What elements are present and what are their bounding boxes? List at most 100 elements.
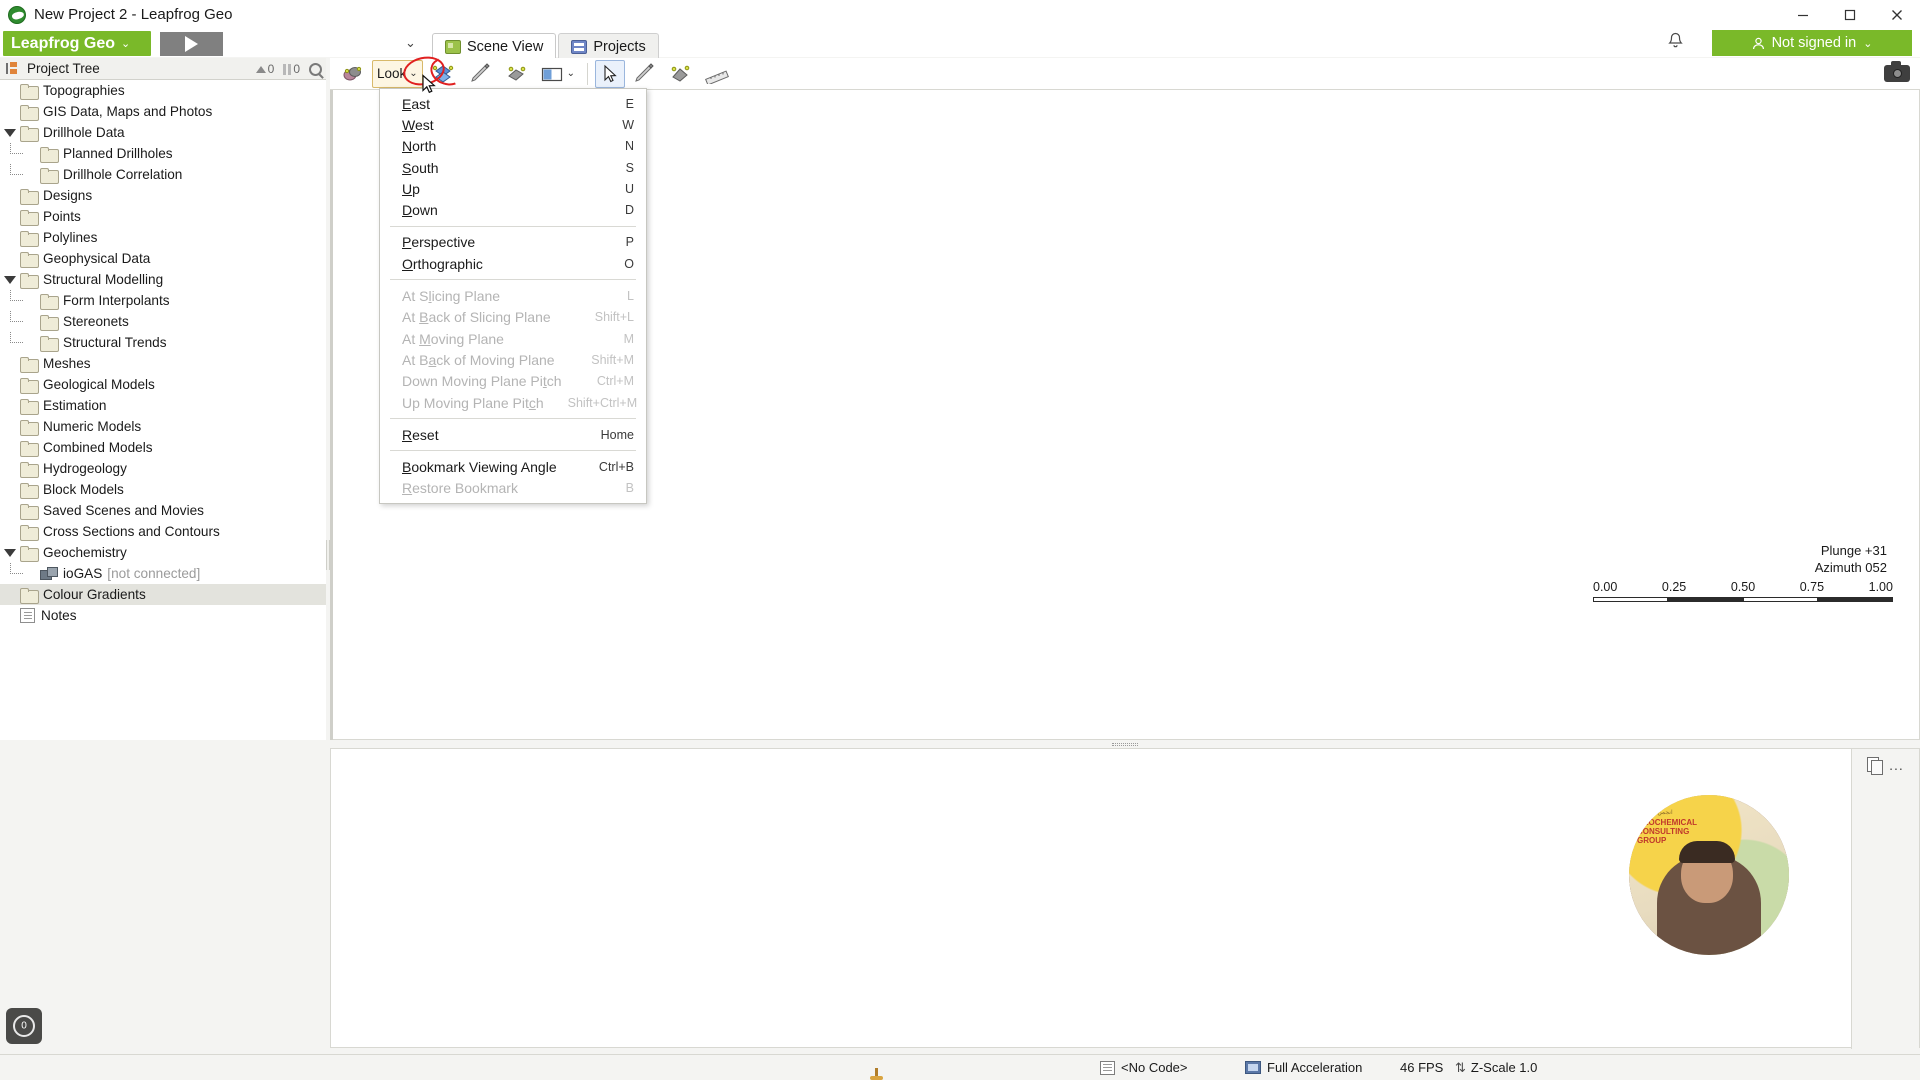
project-tree[interactable]: Topographies GIS Data, Maps and Photos Dri…	[0, 80, 326, 740]
toolbar-overflow-chevron-icon[interactable]: ⌄	[405, 35, 416, 51]
tree-item-planned-drillholes[interactable]: Planned Drillholes	[0, 143, 326, 164]
scene-objects-button[interactable]	[336, 60, 370, 88]
menu-item-down[interactable]: Down D	[380, 199, 646, 220]
tree-item-hydrogeology[interactable]: Hydrogeology	[0, 458, 326, 479]
draw-tool-button[interactable]	[627, 60, 661, 88]
menu-item-shortcut: O	[624, 256, 634, 271]
look-dropdown-menu[interactable]: East E West W North N South S Up U Down D Perspectiv…	[379, 88, 647, 505]
scene-view-icon	[445, 39, 461, 54]
toolbar-separator	[587, 62, 589, 85]
select-tool-button[interactable]	[595, 59, 626, 88]
menu-item-west[interactable]: West W	[380, 114, 646, 135]
tab-projects[interactable]: Projects	[558, 33, 659, 59]
rotate-button[interactable]	[425, 60, 461, 88]
webcam-logo: انجمن شناسی GEOCHEMICAL CONSULTING GROUP	[1637, 809, 1697, 845]
tree-item-saved-scenes-and-movies[interactable]: Saved Scenes and Movies	[0, 500, 326, 521]
minimize-button[interactable]	[1779, 0, 1826, 30]
menu-item-east[interactable]: East E	[380, 93, 646, 114]
polyline-tool-button[interactable]	[663, 60, 697, 88]
menu-item-shortcut: Ctrl+M	[596, 374, 634, 389]
sign-in-button[interactable]: Not signed in ⌄	[1712, 30, 1912, 56]
tree-item-combined-models[interactable]: Combined Models	[0, 437, 326, 458]
tree-item-label: Structural Trends	[63, 335, 167, 350]
tree-item-estimation[interactable]: Estimation	[0, 395, 326, 416]
sign-in-label: Not signed in	[1771, 35, 1857, 51]
menu-item-reset[interactable]: Reset Home	[380, 424, 646, 445]
up-arrow-icon	[255, 65, 266, 73]
tree-item-geological-models[interactable]: Geological Models	[0, 374, 326, 395]
pending-uploads-counter[interactable]: 0	[255, 62, 274, 76]
tree-item-geochemistry[interactable]: Geochemistry	[0, 542, 326, 563]
status-code[interactable]: <No Code>	[1100, 1060, 1188, 1075]
close-button[interactable]	[1873, 0, 1920, 30]
folder-icon	[20, 104, 39, 121]
tree-item-topographies[interactable]: Topographies	[0, 80, 326, 101]
maximize-button[interactable]	[1826, 0, 1873, 30]
tree-item-iogas[interactable]: ioGAS [not connected]	[0, 563, 326, 584]
menu-item-perspective[interactable]: Perspective P	[380, 232, 646, 253]
tree-item-stereonets[interactable]: Stereonets	[0, 311, 326, 332]
folder-icon	[40, 167, 59, 184]
menu-item-label: East	[402, 95, 431, 112]
tree-item-structural-modelling[interactable]: Structural Modelling	[0, 269, 326, 290]
tree-connector	[0, 143, 23, 164]
clipping-button[interactable]	[499, 60, 533, 88]
tree-item-label: Cross Sections and Contours	[43, 524, 220, 539]
tree-item-gis-data-maps-and-photos[interactable]: GIS Data, Maps and Photos	[0, 101, 326, 122]
tree-item-geophysical-data[interactable]: Geophysical Data	[0, 248, 326, 269]
tree-item-notes[interactable]: Notes	[0, 605, 326, 626]
ruler-tool-button[interactable]	[699, 60, 735, 88]
tree-item-label: Drillhole Correlation	[63, 167, 183, 182]
tree-item-form-interpolants[interactable]: Form Interpolants	[0, 290, 326, 311]
scale-bar-tick-label: 0.50	[1730, 580, 1756, 594]
menu-item-up-moving-plane-pitch: Up Moving Plane Pitch Shift+Ctrl+M	[380, 392, 646, 413]
tree-item-label: Geological Models	[43, 377, 155, 392]
menu-item-label: Bookmark Viewing Angle	[402, 459, 557, 476]
menu-item-south[interactable]: South S	[380, 157, 646, 178]
tree-item-block-models[interactable]: Block Models	[0, 479, 326, 500]
more-options-button[interactable]: ...	[1889, 757, 1904, 773]
rotation-widget[interactable]	[6, 1008, 42, 1044]
menu-item-bookmark-viewing-angle[interactable]: Bookmark Viewing Angle Ctrl+B	[380, 456, 646, 477]
folder-icon	[20, 440, 39, 457]
expand-collapse-toggle[interactable]	[0, 275, 20, 284]
status-acceleration[interactable]: Full Acceleration	[1245, 1060, 1362, 1075]
tree-item-structural-trends[interactable]: Structural Trends	[0, 332, 326, 353]
status-acceleration-label: Full Acceleration	[1267, 1060, 1363, 1075]
scene-objects-icon	[343, 66, 362, 80]
tree-item-designs[interactable]: Designs	[0, 185, 326, 206]
view-mode-button[interactable]: ⌄	[535, 60, 580, 88]
look-button[interactable]: Look ⌄	[372, 59, 423, 88]
menu-item-label: At Moving Plane	[402, 330, 504, 347]
tree-item-drillhole-correlation[interactable]: Drillhole Correlation	[0, 164, 326, 185]
status-z-scale[interactable]: ⇅ Z-Scale 1.0	[1455, 1060, 1537, 1076]
expand-collapse-toggle[interactable]	[0, 548, 20, 557]
paused-tasks-counter[interactable]: 0	[283, 62, 300, 76]
tree-item-numeric-models[interactable]: Numeric Models	[0, 416, 326, 437]
tree-item-label: Hydrogeology	[43, 461, 127, 476]
measure-pen-button[interactable]	[463, 60, 497, 88]
notification-bell-icon[interactable]	[1667, 32, 1684, 55]
tree-item-drillhole-data[interactable]: Drillhole Data	[0, 122, 326, 143]
menu-item-north[interactable]: North N	[380, 136, 646, 157]
tree-item-colour-gradients[interactable]: Colour Gradients	[0, 584, 326, 605]
tree-item-cross-sections-and-contours[interactable]: Cross Sections and Contours	[0, 521, 326, 542]
leapfrog-geo-menu-button[interactable]: Leapfrog Geo ⌄	[3, 31, 151, 56]
tree-item-meshes[interactable]: Meshes	[0, 353, 326, 374]
folder-icon	[20, 419, 39, 436]
menu-item-orthographic[interactable]: Orthographic O	[380, 253, 646, 274]
menu-item-up[interactable]: Up U	[380, 178, 646, 199]
folder-icon	[40, 293, 59, 310]
tree-item-points[interactable]: Points	[0, 206, 326, 227]
tree-item-polylines[interactable]: Polylines	[0, 227, 326, 248]
magnifier-icon[interactable]	[309, 62, 322, 76]
play-button[interactable]	[160, 32, 223, 56]
tab-scene-view[interactable]: Scene View	[432, 33, 557, 59]
tree-item-label: Designs	[43, 188, 93, 203]
copy-icon[interactable]	[1867, 757, 1884, 775]
tree-connector	[0, 290, 23, 311]
panel-splitter-horizontal[interactable]	[330, 740, 1920, 748]
status-fps: 46 FPS	[1400, 1060, 1444, 1075]
screenshot-button[interactable]	[1884, 61, 1910, 83]
expand-collapse-toggle[interactable]	[0, 128, 20, 137]
